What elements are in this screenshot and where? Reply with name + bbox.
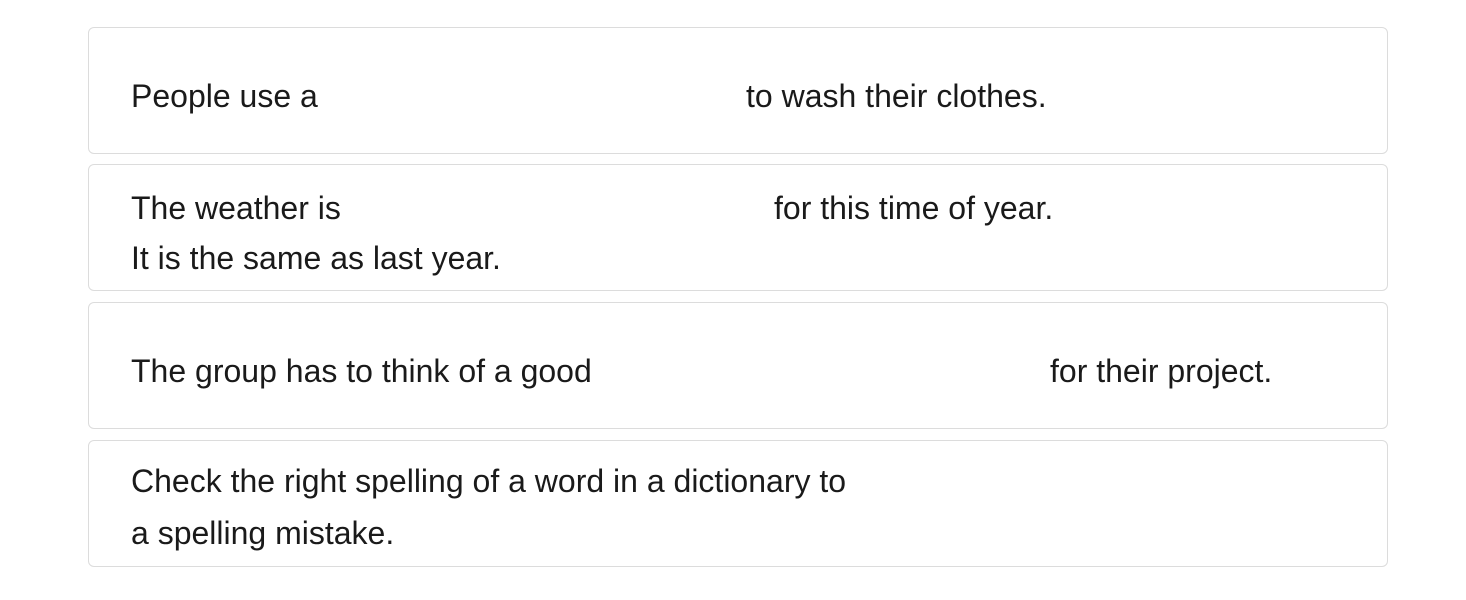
question-text-line2: a spelling mistake.: [131, 515, 395, 551]
question-text-before: The group has to think of a good: [131, 353, 592, 389]
question-card: People use a to wash their clothes.: [88, 27, 1388, 154]
question-text-after: for their project.: [1050, 353, 1273, 389]
question-text-before: People use a: [131, 78, 318, 114]
question-text-line2: It is the same as last year.: [131, 240, 501, 276]
question-card: The group has to think of a good for the…: [88, 302, 1388, 429]
answer-blank[interactable]: [339, 76, 739, 116]
answer-blank[interactable]: [369, 188, 769, 228]
answer-blank[interactable]: [939, 461, 1339, 501]
question-text-before: The weather is: [131, 190, 341, 226]
answer-blank[interactable]: [649, 351, 1039, 391]
question-text-after: to wash their clothes.: [746, 78, 1047, 114]
question-text-before: Check the right spelling of a word in a …: [131, 463, 847, 499]
question-card: Check the right spelling of a word in a …: [88, 440, 1388, 567]
question-card: The weather is for this time of year. It…: [88, 164, 1388, 291]
question-text-after: for this time of year.: [774, 190, 1054, 226]
